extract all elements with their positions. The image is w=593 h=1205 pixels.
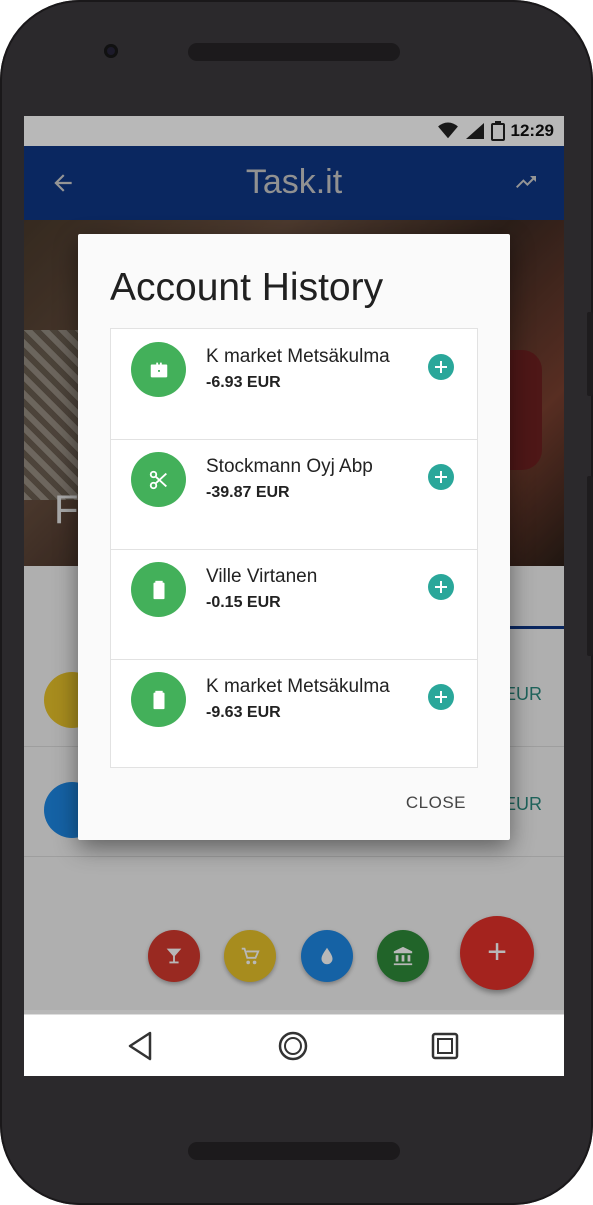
- history-item-amount: -9.63 EUR: [206, 704, 281, 721]
- history-item-name: Ville Virtanen: [206, 566, 318, 587]
- history-item[interactable]: K market Metsäkulma -9.63 EUR: [111, 659, 477, 767]
- nav-home-icon[interactable]: [276, 1029, 310, 1063]
- bottom-speaker-grille: [188, 1142, 400, 1160]
- add-circle-icon[interactable]: [428, 574, 454, 600]
- history-item-name: Stockmann Oyj Abp: [206, 456, 373, 477]
- add-circle-icon[interactable]: [428, 354, 454, 380]
- dialog-title: Account History: [110, 266, 384, 309]
- speaker-grille: [188, 43, 400, 61]
- history-item-name: K market Metsäkulma: [206, 676, 390, 697]
- add-circle-icon[interactable]: [428, 684, 454, 710]
- nav-recents-icon[interactable]: [428, 1029, 462, 1063]
- history-item[interactable]: Ville Virtanen -0.15 EUR: [111, 549, 477, 660]
- phone-frame: 12:29 Task.it F EUR EUR + Account Histor…: [0, 0, 593, 1205]
- add-circle-icon[interactable]: [428, 464, 454, 490]
- history-item-name: K market Metsäkulma: [206, 346, 390, 367]
- power-button: [587, 476, 593, 656]
- history-item[interactable]: K market Metsäkulma -6.93 EUR: [111, 329, 477, 440]
- volume-button: [587, 312, 593, 396]
- history-item-amount: -6.93 EUR: [206, 374, 281, 391]
- history-item-amount: -39.87 EUR: [206, 484, 290, 501]
- history-list[interactable]: K market Metsäkulma -6.93 EUR Stockmann …: [110, 328, 478, 768]
- camera-dot: [104, 44, 118, 58]
- account-history-dialog: Account History K market Metsäkulma -6.9…: [78, 234, 510, 840]
- battery-icon: [131, 672, 186, 727]
- close-button[interactable]: CLOSE: [406, 793, 466, 813]
- history-item[interactable]: Stockmann Oyj Abp -39.87 EUR: [111, 439, 477, 550]
- briefcase-icon: [131, 342, 186, 397]
- history-item-amount: -0.15 EUR: [206, 594, 281, 611]
- screen: 12:29 Task.it F EUR EUR + Account Histor…: [24, 116, 564, 1076]
- system-nav-bar: [24, 1014, 564, 1076]
- battery-icon: [131, 562, 186, 617]
- nav-back-icon[interactable]: [124, 1029, 158, 1063]
- scissors-icon: [131, 452, 186, 507]
